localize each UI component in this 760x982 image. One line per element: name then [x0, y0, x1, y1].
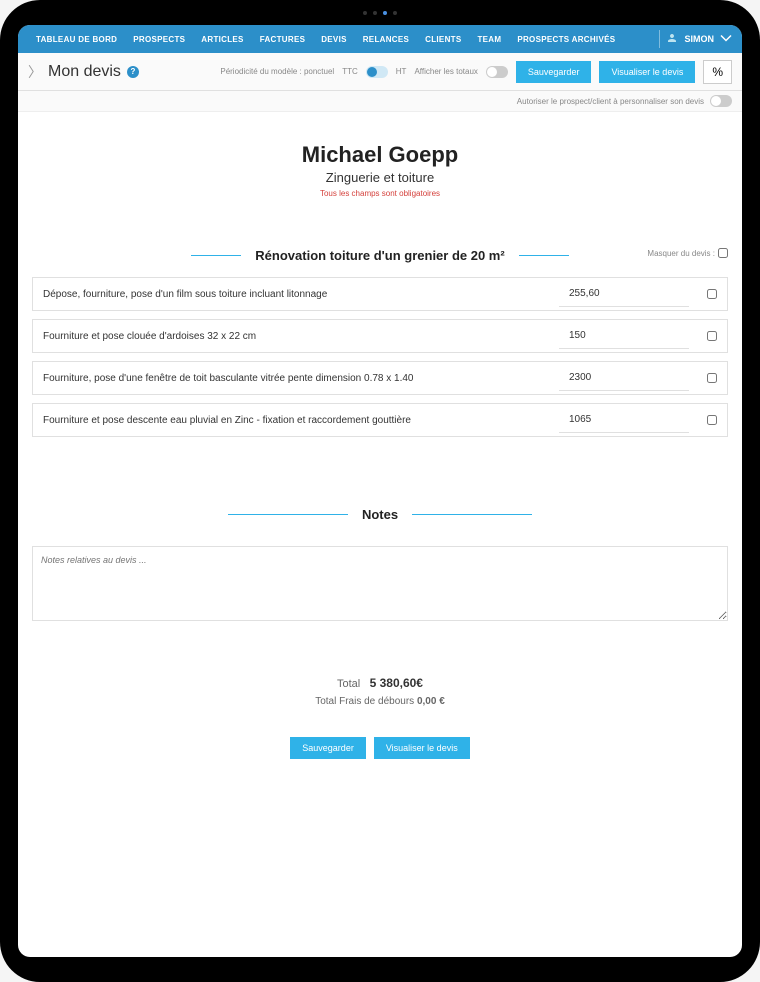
- line-checkbox[interactable]: [707, 331, 717, 341]
- save-button-bottom[interactable]: Sauvegarder: [290, 737, 366, 759]
- hide-from-quote-checkbox[interactable]: [718, 248, 728, 258]
- personalize-toggle[interactable]: [710, 95, 732, 107]
- nav-item-dashboard[interactable]: TABLEAU DE BORD: [28, 25, 125, 53]
- nav-item-devis[interactable]: DEVIS: [313, 25, 355, 53]
- personalize-label: Autoriser le prospect/client à personnal…: [517, 97, 704, 106]
- decor-line-left: [228, 514, 348, 515]
- line-checkbox[interactable]: [707, 373, 717, 383]
- header-block: Michael Goepp Zinguerie et toiture Tous …: [32, 142, 728, 198]
- nav-item-archived[interactable]: PROSPECTS ARCHIVÉS: [509, 25, 623, 53]
- page-title: Mon devis: [48, 63, 121, 81]
- line-price-input[interactable]: [559, 323, 689, 349]
- mandatory-note: Tous les champs sont obligatoires: [32, 189, 728, 198]
- help-icon[interactable]: ?: [127, 66, 139, 78]
- line-item: [32, 403, 728, 437]
- line-checkbox[interactable]: [707, 289, 717, 299]
- ht-label: HT: [396, 67, 407, 76]
- chevron-down-icon: [720, 34, 732, 44]
- line-price-input[interactable]: [559, 281, 689, 307]
- nav-item-factures[interactable]: FACTURES: [252, 25, 314, 53]
- line-desc-input[interactable]: [33, 415, 559, 426]
- hide-from-quote-label: Masquer du devis :: [647, 249, 715, 258]
- line-item: [32, 277, 728, 311]
- show-totals-toggle[interactable]: [486, 66, 508, 78]
- customer-subtitle: Zinguerie et toiture: [32, 170, 728, 185]
- line-desc-input[interactable]: [33, 331, 559, 342]
- nav-item-team[interactable]: TEAM: [469, 25, 509, 53]
- user-icon: [666, 32, 678, 46]
- percent-button[interactable]: %: [703, 60, 732, 84]
- decor-line-right: [519, 255, 569, 256]
- decor-line-right: [412, 514, 532, 515]
- nav-item-prospects[interactable]: PROSPECTS: [125, 25, 193, 53]
- nav-item-clients[interactable]: CLIENTS: [417, 25, 469, 53]
- user-name: SIMON: [684, 34, 714, 44]
- nav-items: TABLEAU DE BORD PROSPECTS ARTICLES FACTU…: [28, 25, 623, 53]
- line-checkbox[interactable]: [707, 415, 717, 425]
- line-item: [32, 319, 728, 353]
- visualize-button[interactable]: Visualiser le devis: [599, 61, 695, 83]
- ttc-label: TTC: [342, 67, 358, 76]
- section-title: Rénovation toiture d'un grenier de 20 m²: [255, 248, 504, 263]
- notes-textarea[interactable]: [32, 546, 728, 621]
- section-header: Rénovation toiture d'un grenier de 20 m²…: [32, 248, 728, 263]
- visualize-button-bottom[interactable]: Visualiser le devis: [374, 737, 470, 759]
- customer-name: Michael Goepp: [32, 142, 728, 168]
- line-price-input[interactable]: [559, 365, 689, 391]
- tablet-frame: TABLEAU DE BORD PROSPECTS ARTICLES FACTU…: [0, 0, 760, 982]
- total-label: Total: [337, 678, 360, 690]
- save-button[interactable]: Sauvegarder: [516, 61, 592, 83]
- notes-title: Notes: [362, 507, 398, 522]
- camera-notch: [340, 8, 420, 18]
- sub-toolbar: Autoriser le prospect/client à personnal…: [18, 91, 742, 112]
- line-desc-input[interactable]: [33, 289, 559, 300]
- ttc-ht-toggle[interactable]: [366, 66, 388, 78]
- decor-line-left: [191, 255, 241, 256]
- notes-section: Notes: [32, 507, 728, 626]
- nav-separator: [659, 30, 660, 48]
- user-menu[interactable]: SIMON: [659, 30, 732, 48]
- top-nav: TABLEAU DE BORD PROSPECTS ARTICLES FACTU…: [18, 25, 742, 53]
- content: Michael Goepp Zinguerie et toiture Tous …: [18, 112, 742, 957]
- totals: Total 5 380,60€ Total Frais de débours 0…: [32, 676, 728, 707]
- fees-value: 0,00 €: [417, 696, 445, 707]
- line-item: [32, 361, 728, 395]
- fees-label: Total Frais de débours: [315, 696, 414, 707]
- line-items: [32, 277, 728, 437]
- bottom-actions: Sauvegarder Visualiser le devis: [32, 737, 728, 759]
- periodicity-label: Périodicité du modèle : ponctuel: [220, 67, 334, 76]
- show-totals-label: Afficher les totaux: [414, 67, 477, 76]
- line-price-input[interactable]: [559, 407, 689, 433]
- back-chevron-icon[interactable]: 〉: [28, 62, 42, 82]
- screen: TABLEAU DE BORD PROSPECTS ARTICLES FACTU…: [18, 25, 742, 957]
- line-desc-input[interactable]: [33, 373, 559, 384]
- nav-item-relances[interactable]: RELANCES: [355, 25, 417, 53]
- nav-item-articles[interactable]: ARTICLES: [193, 25, 251, 53]
- total-value: 5 380,60€: [370, 676, 423, 690]
- toolbar: 〉 Mon devis ? Périodicité du modèle : po…: [18, 53, 742, 91]
